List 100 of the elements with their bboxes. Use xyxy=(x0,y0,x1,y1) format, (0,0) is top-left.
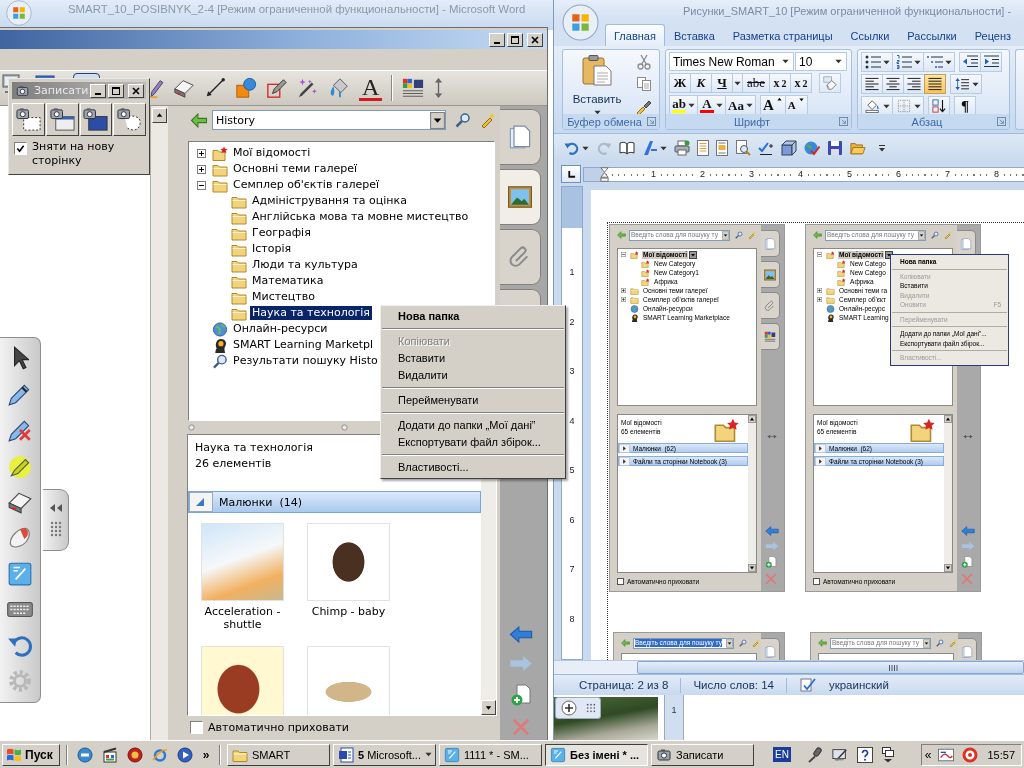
scrollbar-thumb[interactable] xyxy=(637,661,1024,674)
dialog-launcher-icon[interactable] xyxy=(839,117,848,126)
close-button[interactable] xyxy=(527,32,543,47)
chart-icon[interactable] xyxy=(938,746,955,763)
checkbox[interactable] xyxy=(14,142,27,155)
align-button[interactable] xyxy=(861,74,883,94)
ribbon-tab[interactable]: Рассылки xyxy=(898,24,966,46)
horizontal-scrollbar[interactable] xyxy=(554,660,1024,674)
screen-capture-button[interactable] xyxy=(79,103,113,136)
office-button[interactable] xyxy=(6,0,32,26)
checkbox[interactable] xyxy=(190,720,203,734)
expand-icon[interactable] xyxy=(197,164,206,174)
copy-icon[interactable] xyxy=(636,76,652,92)
globe-check-icon[interactable] xyxy=(804,140,820,156)
pen-icon[interactable] xyxy=(266,77,288,99)
tree-item[interactable]: Наука та технологія xyxy=(250,306,372,320)
format-button[interactable]: Ч xyxy=(711,73,733,93)
align-button[interactable] xyxy=(882,74,904,94)
bullets-button[interactable] xyxy=(861,52,893,72)
record-icon[interactable] xyxy=(962,746,979,763)
word-count[interactable]: Число слов: 14 xyxy=(693,679,774,691)
tab-selector-button[interactable] xyxy=(561,165,581,183)
book-icon[interactable] xyxy=(619,140,635,156)
taskbar-button[interactable]: 1111 * - SM... xyxy=(439,743,542,766)
tree-item[interactable]: SMART Learning Marketpl xyxy=(231,338,376,352)
scissors-icon[interactable] xyxy=(636,54,652,70)
caret-icon[interactable] xyxy=(582,145,589,151)
cube-icon[interactable] xyxy=(781,140,797,156)
tree-item[interactable]: Історія xyxy=(250,242,294,256)
brush-icon[interactable] xyxy=(636,98,652,114)
dropdown-button-icon[interactable] xyxy=(430,111,445,129)
indent-marker-icon[interactable] xyxy=(600,165,609,183)
font-size-button[interactable]: A xyxy=(759,95,786,115)
magic-pen-icon[interactable] xyxy=(297,77,319,99)
print-preview-icon[interactable] xyxy=(735,140,751,156)
side-tab[interactable] xyxy=(500,169,541,225)
close-button[interactable] xyxy=(128,83,145,98)
align-button[interactable] xyxy=(924,74,946,94)
tree-item[interactable]: Математика xyxy=(250,274,326,288)
ribbon-tab[interactable]: Разметка страницы xyxy=(723,24,842,46)
page-icon[interactable] xyxy=(697,140,709,156)
start-button[interactable]: Пуск xyxy=(2,743,60,766)
tree-item[interactable]: Основні теми галереї xyxy=(231,162,360,176)
format-button[interactable]: К xyxy=(690,73,712,93)
category-header[interactable]: Малюнки (14) xyxy=(188,491,481,513)
microphone-icon[interactable] xyxy=(806,746,823,763)
menu-item[interactable]: Нова папка xyxy=(381,308,565,325)
minimize-button[interactable] xyxy=(90,83,107,98)
tree-item[interactable]: Семплер об'єктів галереї xyxy=(231,178,381,192)
properties-icon[interactable] xyxy=(402,77,425,99)
window-capture-button[interactable] xyxy=(45,103,79,136)
dialog-launcher-icon[interactable] xyxy=(647,117,656,126)
text-style-icon[interactable] xyxy=(642,140,658,156)
increase-indent-button[interactable] xyxy=(980,52,1002,72)
tree-item[interactable]: Люди та культура xyxy=(250,258,360,272)
eraser-icon[interactable] xyxy=(173,77,195,99)
caret-icon[interactable] xyxy=(835,59,842,64)
caret-icon[interactable] xyxy=(660,145,667,151)
open-folder-icon[interactable] xyxy=(850,140,866,156)
zoom-control[interactable] xyxy=(555,697,601,719)
tree-item[interactable]: Адміністрування та оцінка xyxy=(250,194,409,208)
freehand-capture-button[interactable] xyxy=(113,103,146,136)
tree-item[interactable]: Мої відомості xyxy=(231,146,313,160)
toolbar-handle[interactable] xyxy=(43,489,69,551)
tree-item[interactable]: Мистецтво xyxy=(250,290,317,304)
paste-button[interactable]: Вставить xyxy=(566,52,628,114)
numbering-button[interactable] xyxy=(892,52,924,72)
dialog-launcher-icon[interactable] xyxy=(997,117,1006,126)
highlighter-icon[interactable] xyxy=(7,453,33,479)
menu-item[interactable]: Властивості... xyxy=(381,459,565,476)
area-capture-button[interactable] xyxy=(12,103,45,136)
minimize-button[interactable] xyxy=(489,32,505,47)
taskbar-button[interactable]: SMART xyxy=(227,743,330,766)
menu-item[interactable]: Експортувати файл збірок... xyxy=(381,434,565,451)
clapperboard-icon[interactable] xyxy=(102,746,118,763)
language-indicator[interactable]: украинский xyxy=(828,679,889,691)
vertical-scrollbar[interactable] xyxy=(150,106,168,740)
windows-stack-icon[interactable] xyxy=(881,746,894,763)
font-size-field[interactable]: 10 xyxy=(795,52,847,71)
show-hidden-icons-button[interactable]: « xyxy=(924,747,932,762)
taskbar-button[interactable]: Без імені * ... xyxy=(545,743,648,766)
back-arrow-icon[interactable] xyxy=(190,112,208,128)
menu-item[interactable]: Додати до папки „Мої дані” xyxy=(381,417,565,434)
notebook-icon[interactable] xyxy=(7,561,33,587)
printer-icon[interactable] xyxy=(674,140,690,156)
taskbar-button[interactable]: Записати xyxy=(651,743,754,766)
font-name-field[interactable]: Times New Roman xyxy=(669,52,794,71)
help-icon[interactable] xyxy=(856,746,873,763)
more-button[interactable]: » xyxy=(199,747,213,762)
font-size-button[interactable]: A xyxy=(784,95,808,115)
format-button[interactable]: abe xyxy=(742,73,770,93)
side-tab[interactable] xyxy=(500,109,541,165)
menu-item[interactable]: Перейменувати xyxy=(381,392,565,409)
collapse-icon[interactable] xyxy=(197,180,206,190)
expand-icon[interactable] xyxy=(197,148,206,158)
pen-icon[interactable] xyxy=(149,77,164,99)
spelling-check-icon[interactable] xyxy=(798,677,817,693)
menu-item[interactable]: Видалити xyxy=(381,367,565,384)
picture-placeholder[interactable] xyxy=(307,523,390,601)
spelling-icon[interactable] xyxy=(758,140,774,156)
